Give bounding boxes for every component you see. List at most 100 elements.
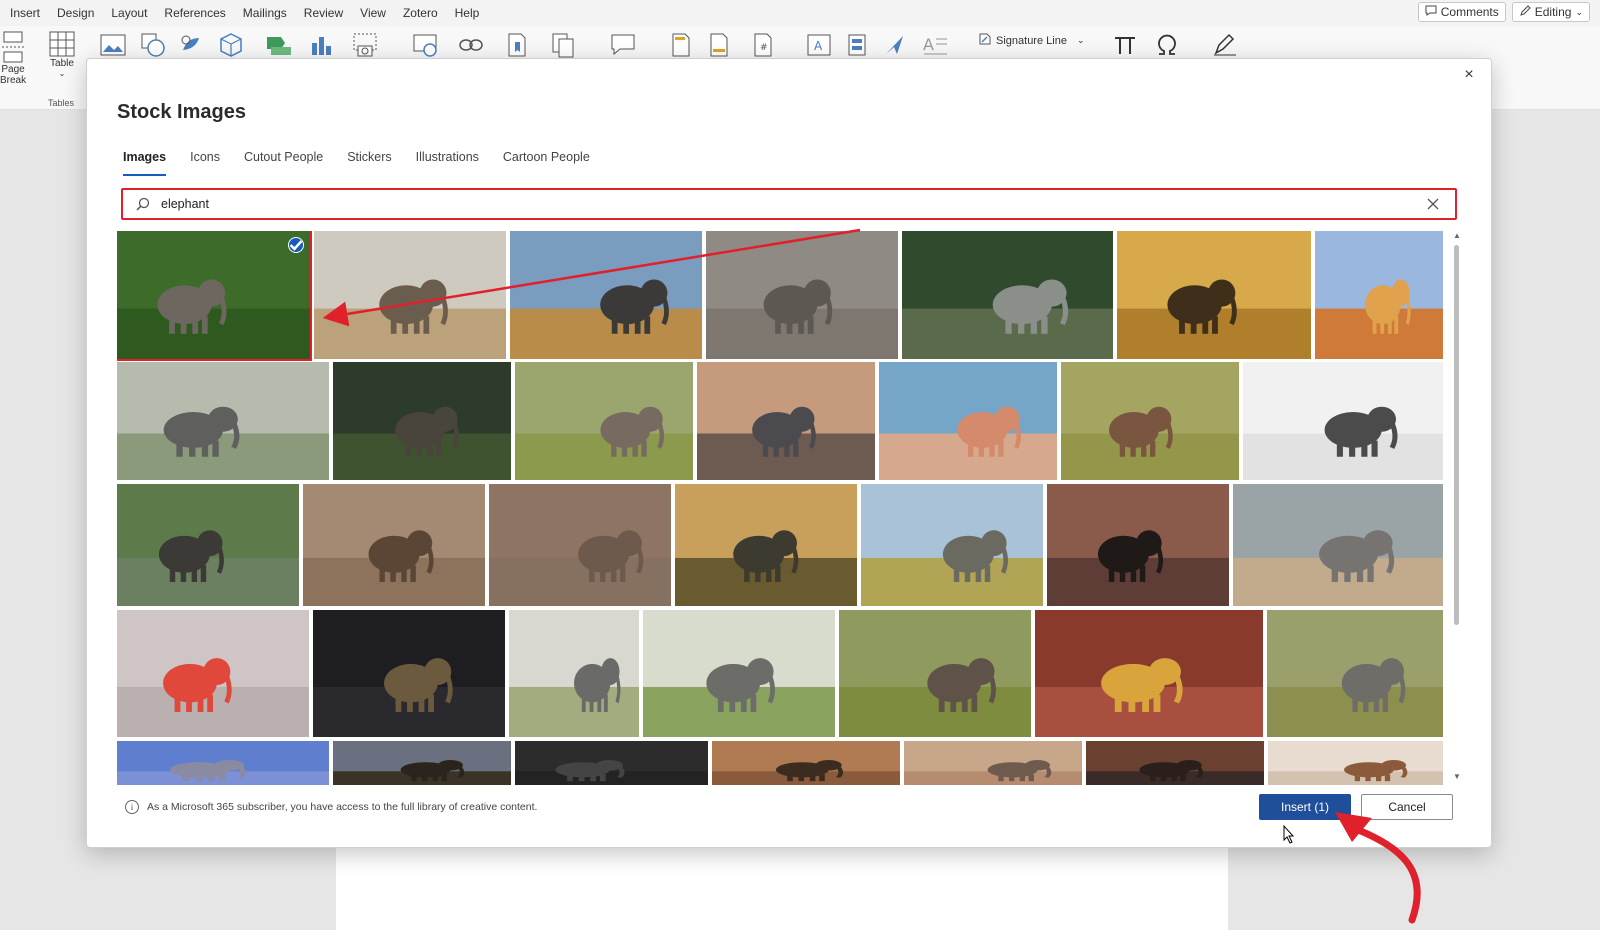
cross-reference-icon[interactable] (548, 30, 578, 60)
ink-icon[interactable] (1210, 30, 1240, 60)
stock-image-ganesha-statue[interactable] (1315, 231, 1443, 359)
menu-item-zotero[interactable]: Zotero (403, 6, 438, 20)
link-icon[interactable] (456, 30, 486, 60)
table-label: Table (50, 58, 74, 69)
stock-image-elephant-in-jungle[interactable] (117, 231, 312, 361)
stock-image-elephants-river[interactable] (117, 484, 299, 606)
stock-image-elephant-bw[interactable] (1243, 362, 1443, 480)
tab-stickers[interactable]: Stickers (347, 150, 391, 176)
quick-parts-icon[interactable] (842, 30, 872, 60)
signature-line-button[interactable]: Signature Line ⌄ (978, 32, 1085, 49)
stock-image-herd-road[interactable] (904, 741, 1082, 785)
menu-item-references[interactable]: References (164, 6, 225, 20)
stock-image-acacia-trumpet[interactable] (675, 484, 857, 606)
stock-image-thumbnail (643, 610, 835, 737)
stock-image-golden-dusk[interactable] (712, 741, 900, 785)
top-right-actions: Comments Editing ⌄ (1417, 2, 1590, 22)
stock-image-thumbnail (902, 231, 1113, 359)
scroll-up-icon[interactable]: ▲ (1453, 231, 1461, 240)
stock-image-herd-in-forest[interactable] (333, 362, 511, 480)
insert-button[interactable]: Insert (1) (1259, 794, 1351, 820)
equation-icon[interactable] (1110, 30, 1140, 60)
stock-image-mountain-desert[interactable] (1233, 484, 1443, 606)
comment-insert-icon[interactable] (608, 30, 638, 60)
stock-image-elephant-sunset[interactable] (697, 362, 875, 480)
stock-image-elephant-bush[interactable] (861, 484, 1043, 606)
stock-image-elephants-field[interactable] (1061, 362, 1239, 480)
header-icon[interactable] (666, 30, 696, 60)
stock-image-misty-calf[interactable] (509, 610, 639, 737)
tab-cartoon-people[interactable]: Cartoon People (503, 150, 590, 176)
pencil-icon (1519, 4, 1531, 20)
bookmark-icon[interactable] (502, 30, 532, 60)
menu-item-review[interactable]: Review (304, 6, 343, 20)
stock-image-dark-silhouette[interactable] (515, 741, 708, 785)
stock-image-elephant-trunk-hand[interactable] (902, 231, 1113, 359)
stock-image-misty-pair[interactable] (643, 610, 835, 737)
scroll-thumb[interactable] (1454, 245, 1459, 625)
menu-item-layout[interactable]: Layout (111, 6, 147, 20)
3d-models-icon[interactable] (216, 30, 246, 60)
stock-image-dark-ganesha[interactable] (313, 610, 505, 737)
scroll-down-icon[interactable]: ▼ (1453, 772, 1461, 781)
stock-image-toy-animals[interactable] (117, 610, 309, 737)
online-video-icon[interactable] (410, 30, 440, 60)
stock-image-thumbnail (117, 610, 309, 737)
stock-image-reflection-sunset[interactable] (1047, 484, 1229, 606)
stock-image-herd-close[interactable] (489, 484, 671, 606)
menu-item-help[interactable]: Help (455, 6, 480, 20)
table-button[interactable]: Table ⌄ (48, 30, 76, 78)
close-icon[interactable]: × (1459, 65, 1479, 85)
stock-image-elephant-savanna[interactable] (510, 231, 702, 359)
footer-icon[interactable] (704, 30, 734, 60)
stock-image-thumbnail (861, 484, 1043, 606)
stock-image-people-elephant[interactable] (1268, 741, 1443, 785)
stock-image-thumbnail (879, 362, 1057, 480)
chart-icon[interactable] (306, 30, 336, 60)
stock-image-elephant-trunk-touch[interactable] (117, 362, 329, 480)
drop-cap-icon[interactable]: A (920, 30, 950, 60)
stock-image-elephant-in-grass[interactable] (314, 231, 506, 359)
stock-image-calf-grass[interactable] (1267, 610, 1443, 737)
stock-image-acacia-herd[interactable] (1117, 231, 1311, 359)
cancel-button[interactable]: Cancel (1361, 794, 1453, 820)
menu-item-design[interactable]: Design (57, 6, 94, 20)
stock-image-mother-and-calf[interactable] (515, 362, 693, 480)
stock-image-ganesha-figurine[interactable] (879, 362, 1057, 480)
editing-mode-button[interactable]: Editing ⌄ (1511, 2, 1590, 22)
stock-image-elephant-frontal[interactable] (839, 610, 1031, 737)
clear-search-icon[interactable] (1425, 196, 1441, 212)
tab-cutout-people[interactable]: Cutout People (244, 150, 323, 176)
smartart-icon[interactable] (264, 30, 294, 60)
stock-image-thumbnail (839, 610, 1031, 737)
tab-icons[interactable]: Icons (190, 150, 220, 176)
tab-illustrations[interactable]: Illustrations (416, 150, 479, 176)
search-input[interactable] (161, 192, 1425, 216)
page-break-button[interactable]: Page Break (0, 30, 26, 86)
comments-button[interactable]: Comments (1417, 2, 1506, 22)
menu-item-view[interactable]: View (360, 6, 386, 20)
menu-item-mailings[interactable]: Mailings (243, 6, 287, 20)
menu-item-insert[interactable]: Insert (10, 6, 40, 20)
symbol-icon[interactable] (1152, 30, 1182, 60)
shapes-icon[interactable] (138, 30, 168, 60)
content-type-tabs: Images Icons Cutout People Stickers Illu… (123, 150, 614, 176)
stock-image-wood-block-stamps[interactable] (303, 484, 485, 606)
text-box-icon[interactable]: A (804, 30, 834, 60)
stock-image-thumbnail (510, 231, 702, 359)
svg-text:A: A (923, 35, 934, 54)
tab-images[interactable]: Images (123, 150, 167, 176)
icons-icon[interactable] (176, 30, 206, 60)
wordart-icon[interactable] (880, 30, 910, 60)
stock-image-dusk-trees[interactable] (333, 741, 511, 785)
stock-image-elephant-skin-eye[interactable] (706, 231, 898, 359)
grid-scrollbar[interactable]: ▲ ▼ (1453, 231, 1461, 781)
stock-image-orange-sunset[interactable] (1086, 741, 1264, 785)
stock-image-thumbnail (712, 741, 900, 785)
stock-image-thumbnail (117, 362, 329, 480)
screenshot-icon[interactable] (350, 30, 380, 60)
pictures-icon[interactable] (98, 30, 128, 60)
stock-image-blue-sky[interactable] (117, 741, 329, 785)
page-number-icon[interactable]: # (748, 30, 778, 60)
stock-image-golden-ganesha-hands[interactable] (1035, 610, 1263, 737)
